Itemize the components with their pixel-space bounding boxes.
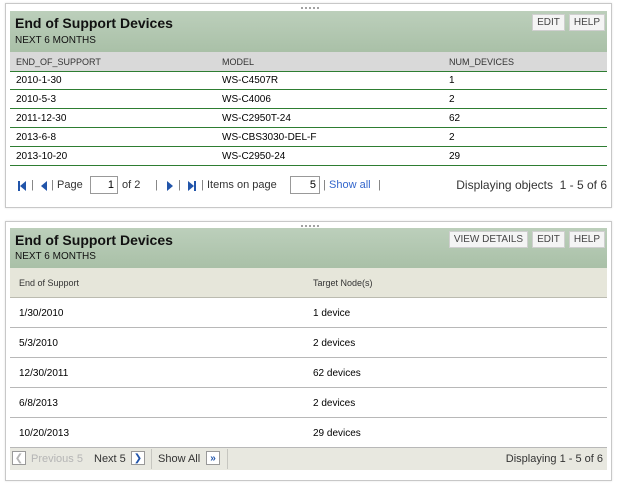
- display-status: Displaying objects 1 - 5 of 6: [456, 178, 607, 192]
- table-row: 12/30/2011 62 devices: [10, 358, 607, 388]
- first-page-arrow-icon[interactable]: [20, 181, 26, 191]
- next-page-icon[interactable]: [167, 181, 173, 191]
- table-row: 5/3/2010 2 devices: [10, 328, 607, 358]
- table-row: 1/30/2010 1 device: [10, 298, 607, 328]
- table-row: 2010-1-30 WS-C4507R 1: [10, 71, 607, 90]
- panel-subtitle: NEXT 6 MONTHS: [15, 251, 96, 262]
- cell-num-devices: 62: [449, 113, 461, 124]
- cell-target-nodes[interactable]: 62 devices: [313, 368, 361, 379]
- panel-title: End of Support Devices: [15, 232, 173, 248]
- column-header-model[interactable]: MODEL: [222, 57, 254, 67]
- help-button[interactable]: HELP: [568, 14, 605, 31]
- column-header-target-nodes[interactable]: Target Node(s): [313, 278, 373, 288]
- cell-model: WS-C4507R: [222, 75, 279, 86]
- view-details-button[interactable]: VIEW DETAILS: [448, 231, 529, 248]
- show-all-icon[interactable]: »: [206, 451, 220, 465]
- panel-subtitle: NEXT 6 MONTHS: [15, 35, 96, 46]
- display-status: Displaying 1 - 5 of 6: [505, 453, 603, 465]
- cell-num-devices: 1: [449, 75, 455, 86]
- last-page-icon[interactable]: [194, 181, 196, 191]
- help-button[interactable]: HELP: [568, 231, 605, 248]
- page-of-label: of 2: [122, 179, 141, 191]
- table-row: 2011-12-30 WS-C2950T-24 62: [10, 109, 607, 128]
- panel-title: End of Support Devices: [15, 15, 173, 31]
- pagination-toolbar: | | Page of 2 | | | Items on page | Show…: [18, 176, 607, 196]
- cell-end-of-support: 10/20/2013: [19, 428, 70, 439]
- table-row: 2013-6-8 WS-CBS3030-DEL-F 2: [10, 128, 607, 147]
- cell-target-nodes[interactable]: 2 devices: [313, 338, 355, 349]
- previous-button[interactable]: Previous 5: [31, 453, 83, 465]
- panel-header: End of Support Devices NEXT 6 MONTHS EDI…: [10, 11, 607, 53]
- cell-end-of-support: 2010-5-3: [16, 94, 57, 105]
- next-button[interactable]: Next 5: [94, 453, 126, 465]
- cell-model: WS-C2950-24: [222, 151, 286, 162]
- cell-num-devices: 2: [449, 132, 455, 143]
- table-header: End of Support Target Node(s): [10, 268, 607, 298]
- items-on-page-label: Items on page: [207, 179, 277, 191]
- cell-end-of-support: 12/30/2011: [19, 368, 69, 379]
- edit-button[interactable]: EDIT: [532, 231, 565, 248]
- cell-end-of-support: 2011-12-30: [16, 113, 67, 124]
- table-row: 2013-10-20 WS-C2950-24 29: [10, 147, 607, 166]
- column-header-end-of-support[interactable]: END_OF_SUPPORT: [16, 57, 101, 67]
- cell-end-of-support: 2013-6-8: [16, 132, 57, 143]
- cell-end-of-support: 2010-1-30: [16, 75, 62, 86]
- items-on-page-input[interactable]: [290, 176, 320, 194]
- cell-end-of-support: 2013-10-20: [16, 151, 68, 162]
- column-header-end-of-support[interactable]: End of Support: [19, 278, 79, 288]
- cell-model: WS-C4006: [222, 94, 271, 105]
- table-row: 2010-5-3 WS-C4006 2: [10, 90, 607, 109]
- cell-model: WS-C2950T-24: [222, 113, 291, 124]
- cell-end-of-support: 6/8/2013: [19, 398, 58, 409]
- page-number-input[interactable]: [90, 176, 118, 194]
- cell-model: WS-CBS3030-DEL-F: [222, 132, 317, 143]
- end-of-support-panel-table: End of Support Devices NEXT 6 MONTHS EDI…: [5, 3, 612, 208]
- panel-header: End of Support Devices NEXT 6 MONTHS VIE…: [10, 228, 607, 268]
- pagination-footer: ❮ Previous 5 Next 5 ❯ Show All » Display…: [10, 448, 607, 470]
- end-of-support-panel-summary: End of Support Devices NEXT 6 MONTHS VIE…: [5, 221, 612, 481]
- cell-num-devices: 2: [449, 94, 455, 105]
- table-row: 6/8/2013 2 devices: [10, 388, 607, 418]
- show-all-button[interactable]: Show All: [158, 453, 200, 465]
- previous-page-icon[interactable]: [41, 181, 47, 191]
- edit-button[interactable]: EDIT: [532, 14, 565, 31]
- cell-num-devices: 29: [449, 151, 461, 162]
- show-all-link[interactable]: Show all: [329, 179, 371, 191]
- next-arrow-icon[interactable]: ❯: [131, 451, 145, 465]
- cell-end-of-support: 5/3/2010: [19, 338, 58, 349]
- table-header: END_OF_SUPPORT MODEL NUM_DEVICES: [10, 52, 607, 72]
- cell-end-of-support: 1/30/2010: [19, 308, 64, 319]
- cell-target-nodes[interactable]: 1 device: [313, 308, 350, 319]
- previous-arrow-icon[interactable]: ❮: [12, 451, 26, 465]
- cell-target-nodes[interactable]: 2 devices: [313, 398, 355, 409]
- cell-target-nodes[interactable]: 29 devices: [313, 428, 361, 439]
- column-header-num-devices[interactable]: NUM_DEVICES: [449, 57, 514, 67]
- table-row: 10/20/2013 29 devices: [10, 418, 607, 448]
- page-label: Page: [57, 179, 83, 191]
